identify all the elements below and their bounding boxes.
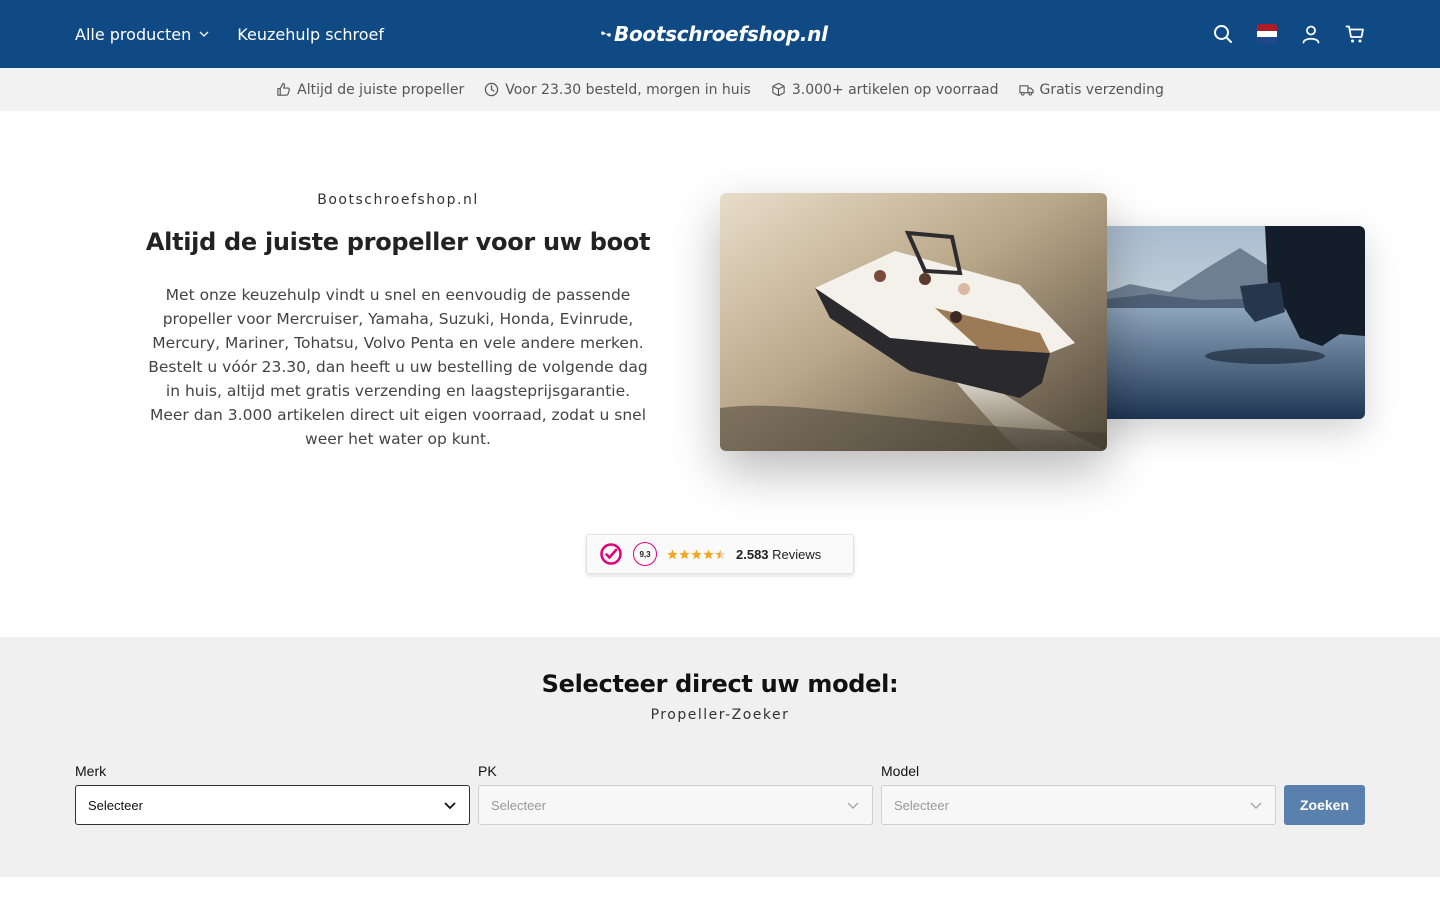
star-icon xyxy=(667,548,678,559)
review-count-label: Reviews xyxy=(772,546,822,562)
finder-title: Selecteer direct uw model: xyxy=(541,670,899,698)
usp-text: Gratis verzending xyxy=(1039,81,1164,98)
usp-text: Voor 23.30 besteld, morgen in huis xyxy=(505,81,751,98)
flag-nl-icon xyxy=(1257,24,1277,44)
model-select-value: Selecteer xyxy=(894,797,949,813)
header-actions xyxy=(1213,0,1365,68)
propeller-finder: Selecteer direct uw model: Propeller-Zoe… xyxy=(0,637,1440,877)
account-icon xyxy=(1302,25,1320,44)
chevron-down-icon xyxy=(847,802,859,810)
account-button[interactable] xyxy=(1301,24,1321,44)
usp-bar: Altijd de juiste propeller Voor 23.30 be… xyxy=(0,68,1440,111)
thumbs-up-icon xyxy=(277,82,291,96)
chevron-down-icon xyxy=(444,802,456,810)
outboard-motor-image xyxy=(1090,226,1365,419)
chevron-down-icon xyxy=(1250,802,1262,810)
brand-select[interactable]: Selecteer xyxy=(75,785,470,825)
hp-select[interactable]: Selecteer xyxy=(478,785,873,825)
language-switcher[interactable] xyxy=(1257,24,1277,44)
usp-text: 3.000+ artikelen op voorraad xyxy=(791,81,999,98)
search-button[interactable] xyxy=(1213,24,1233,44)
review-badge[interactable]: 9,3 2.583 Reviews xyxy=(586,534,854,574)
box-icon xyxy=(772,82,785,97)
star-icon xyxy=(703,548,714,559)
review-count: 2.583 Reviews xyxy=(736,547,821,562)
review-count-number: 2.583 xyxy=(736,546,769,562)
chevron-down-icon xyxy=(199,31,209,37)
speedboat-image xyxy=(720,193,1107,451)
propeller-logo-icon xyxy=(601,31,611,37)
hero-description: Met onze keuzehulp vindt u snel en eenvo… xyxy=(148,286,648,448)
usp-item: 3.000+ artikelen op voorraad xyxy=(771,82,999,98)
hero-title: Altijd de juiste propeller voor uw boot xyxy=(145,228,651,256)
hp-select-value: Selecteer xyxy=(491,797,546,813)
rating-stars xyxy=(667,548,726,560)
model-select[interactable]: Selecteer xyxy=(881,785,1276,825)
cart-button[interactable] xyxy=(1345,24,1365,44)
main-nav: Alle producten Keuzehulp schroef xyxy=(75,0,384,68)
usp-item: Voor 23.30 besteld, morgen in huis xyxy=(484,82,751,98)
usp-item: Gratis verzending xyxy=(1018,81,1164,98)
logo-text: Bootschroefshop.nl xyxy=(614,22,828,46)
model-field: Model Selecteer xyxy=(881,763,1276,825)
finder-subtitle: Propeller-Zoeker xyxy=(650,707,790,723)
clock-icon xyxy=(485,82,499,97)
hp-field: PK Selecteer xyxy=(478,763,873,825)
model-label: Model xyxy=(881,763,920,779)
kiyoh-logo-icon xyxy=(599,542,623,566)
star-icon xyxy=(691,548,702,559)
star-icon xyxy=(679,548,690,559)
hero-kicker: Bootschroefshop.nl xyxy=(317,192,479,208)
truck-icon xyxy=(1018,85,1034,96)
nav-all-products-label: Alle producten xyxy=(75,24,192,44)
half-star-icon xyxy=(715,548,726,559)
hp-label: PK xyxy=(478,763,497,779)
nav-propeller-guide-label: Keuzehulp schroef xyxy=(237,24,384,44)
site-logo[interactable]: Bootschroefshop.nl xyxy=(600,20,840,48)
cart-icon xyxy=(1345,25,1364,43)
brand-label: Merk xyxy=(75,763,107,779)
brand-select-value: Selecteer xyxy=(88,797,143,813)
nav-all-products[interactable]: Alle producten xyxy=(75,25,209,44)
search-icon xyxy=(1214,25,1232,43)
brand-field: Merk Selecteer xyxy=(75,763,470,825)
usp-item: Altijd de juiste propeller xyxy=(276,82,464,98)
usp-text: Altijd de juiste propeller xyxy=(297,81,465,98)
review-score: 9,3 xyxy=(633,542,657,566)
site-header: Alle producten Keuzehulp schroef Bootsch… xyxy=(0,0,1440,68)
search-propeller-button[interactable]: Zoeken xyxy=(1284,785,1365,825)
nav-propeller-guide[interactable]: Keuzehulp schroef xyxy=(237,25,384,44)
